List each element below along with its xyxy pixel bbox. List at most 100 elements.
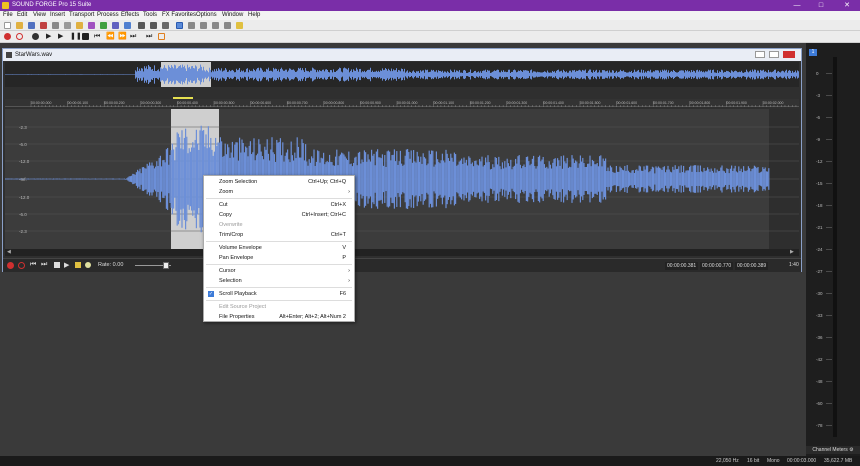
menu-file[interactable]: File — [3, 11, 13, 20]
menu-effects[interactable]: Effects — [121, 11, 139, 20]
edit-tool-icon[interactable] — [176, 22, 183, 29]
overview-sample — [486, 71, 487, 78]
scroll-right-icon[interactable]: ▶ — [790, 250, 795, 255]
menu-help[interactable]: Help — [248, 11, 260, 20]
overview-sample — [408, 72, 409, 77]
redo-icon[interactable] — [150, 22, 157, 29]
copy-icon[interactable] — [64, 22, 71, 29]
overview-sample — [786, 69, 787, 80]
menu-item-zoom-selection[interactable]: Zoom Selection Ctrl+Up; Ctrl+Q — [204, 177, 354, 187]
new-file-icon[interactable] — [4, 22, 11, 29]
pencil-tool-icon[interactable] — [200, 22, 207, 29]
waveform-sample — [665, 172, 667, 186]
overview-sample — [129, 74, 130, 75]
open-folder-icon[interactable] — [16, 22, 23, 29]
window-close-icon[interactable] — [783, 51, 795, 58]
waveform-sample — [517, 156, 519, 202]
menu-item-cursor[interactable]: Cursor › — [204, 266, 354, 276]
next-marker-icon[interactable]: ⏭ — [146, 33, 153, 40]
dw-go-start-icon[interactable]: ⏮ — [30, 261, 36, 269]
cut-icon[interactable] — [52, 22, 59, 29]
selection-start-time[interactable]: 00:00:00.381 — [665, 262, 699, 270]
magnify-tool-icon[interactable] — [188, 22, 195, 29]
menu-item-zoom[interactable]: Zoom › — [204, 187, 354, 197]
window-restore-icon[interactable] — [769, 51, 779, 58]
menu-fx-favorites[interactable]: FX Favorites — [162, 11, 196, 20]
paste-icon[interactable] — [76, 22, 83, 29]
maximize-icon[interactable]: □ — [812, 0, 830, 11]
menu-item-scroll-playback[interactable]: ✓ Scroll Playback F6 — [204, 289, 354, 299]
dw-play-icon[interactable]: ▶ — [64, 261, 69, 269]
menu-item-pan-envelope[interactable]: Pan Envelope P — [204, 253, 354, 263]
menu-item-cut[interactable]: Cut Ctrl+X — [204, 200, 354, 210]
repeat-icon[interactable] — [162, 22, 169, 29]
time-ruler[interactable]: 00:00:00.000 00:00:00.100 00:00:00.200 00:0… — [5, 99, 799, 107]
overview-sample — [333, 69, 334, 80]
close-icon[interactable]: ✕ — [838, 0, 856, 11]
overview-bar[interactable] — [5, 62, 799, 87]
overview-sample — [536, 72, 537, 77]
menu-view[interactable]: View — [33, 11, 46, 20]
plugin-icon[interactable] — [236, 22, 243, 29]
overview-sample — [415, 72, 416, 77]
meter-settings-icon[interactable]: ⚙ — [849, 447, 853, 453]
menu-item-trim-crop[interactable]: Trim/Crop Ctrl+T — [204, 230, 354, 240]
menu-item-volume-envelope[interactable]: Volume Envelope V — [204, 243, 354, 253]
menu-edit[interactable]: Edit — [17, 11, 27, 20]
go-to-end-icon[interactable]: ⏭ — [130, 33, 137, 40]
overview-sample — [22, 74, 23, 75]
dw-stop-icon[interactable] — [54, 262, 60, 268]
scroll-left-icon[interactable]: ◀ — [7, 250, 12, 255]
menu-item-copy[interactable]: Copy Ctrl+Insert; Ctrl+C — [204, 210, 354, 220]
channel-meters-label[interactable]: Channel Meters ⚙ — [806, 446, 860, 454]
record-button-icon[interactable] — [4, 33, 11, 40]
rewind-icon[interactable]: ⏪ — [106, 33, 115, 40]
select-icon[interactable] — [124, 22, 131, 29]
forward-icon[interactable]: ⏩ — [118, 33, 127, 40]
menu-window[interactable]: Window — [222, 11, 243, 20]
trim-icon[interactable] — [100, 22, 107, 29]
waveform-sample — [507, 163, 509, 195]
minimize-icon[interactable]: — — [788, 0, 806, 11]
menu-transport[interactable]: Transport — [69, 11, 94, 20]
rate-slider-thumb[interactable] — [163, 262, 169, 269]
play-icon[interactable]: ▶ — [58, 33, 65, 40]
horizontal-scrollbar[interactable]: ◀ ▶ — [5, 249, 799, 256]
event-tool-icon[interactable] — [224, 22, 231, 29]
waveform-area[interactable]: -2.3 -6.0 -12.0 -Inf. -12.0 -6.0 -2.3 — [5, 109, 799, 249]
menu-item-file-properties[interactable]: File Properties Alt+Enter; Alt+2; Alt+Num… — [204, 312, 354, 322]
dw-loop-icon[interactable] — [85, 262, 91, 268]
mix-icon[interactable] — [88, 22, 95, 29]
overview-sample — [36, 74, 37, 75]
menu-tools[interactable]: Tools — [143, 11, 157, 20]
dw-record-icon[interactable] — [7, 262, 14, 269]
save-icon[interactable] — [28, 22, 35, 29]
selection-end-time[interactable]: 00:00:00.770 — [700, 262, 734, 270]
overview-sample — [184, 65, 185, 84]
menu-insert[interactable]: Insert — [50, 11, 65, 20]
selection-length-time[interactable]: 00:00:00.389 — [735, 262, 769, 270]
window-minimize-icon[interactable] — [755, 51, 765, 58]
ruler-tick-label: 00:00:00.600 — [251, 101, 271, 105]
overview-sample — [452, 72, 453, 77]
snap-icon[interactable] — [158, 33, 165, 40]
crop-icon[interactable] — [112, 22, 119, 29]
pause-icon[interactable]: ❚❚ — [70, 33, 82, 40]
record-icon[interactable] — [40, 22, 47, 29]
menu-item-selection[interactable]: Selection › — [204, 276, 354, 286]
dw-play-all-icon[interactable] — [75, 262, 81, 268]
menu-process[interactable]: Process — [97, 11, 119, 20]
dw-record-mode-icon[interactable] — [18, 262, 25, 269]
undo-icon[interactable] — [138, 22, 145, 29]
go-to-start-icon[interactable]: ⏮ — [94, 33, 101, 40]
envelope-tool-icon[interactable] — [212, 22, 219, 29]
play-all-icon[interactable]: ▶ — [46, 33, 53, 40]
overview-sample — [145, 68, 146, 81]
overview-sample — [679, 70, 680, 79]
stop-icon[interactable] — [82, 33, 89, 40]
meter-db-label: -33 — [816, 313, 823, 318]
menu-options[interactable]: Options — [196, 11, 217, 20]
dw-go-end-icon[interactable]: ⏭ — [41, 261, 47, 269]
loop-icon[interactable] — [32, 33, 39, 40]
record-mode-icon[interactable] — [16, 33, 23, 40]
